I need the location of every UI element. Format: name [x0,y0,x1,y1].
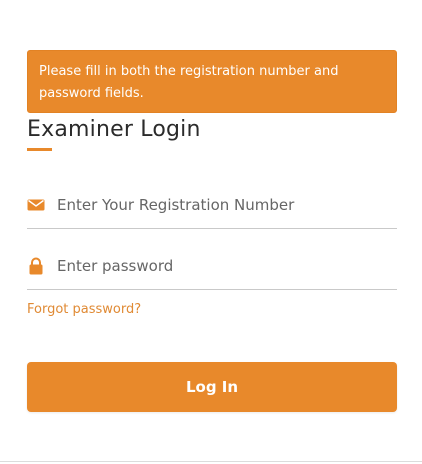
registration-field [27,188,397,229]
registration-number-input[interactable] [57,191,392,219]
page-title: Examiner Login [27,117,201,142]
password-field [27,249,397,290]
divider [0,461,422,462]
alert-message: Please fill in both the registration num… [39,64,339,101]
password-input[interactable] [57,252,392,280]
title-underline [27,148,52,151]
envelope-icon [27,196,45,214]
validation-alert: Please fill in both the registration num… [27,50,397,113]
forgot-password-link[interactable]: Forgot password? [27,302,141,317]
login-card: Please fill in both the registration num… [0,0,422,464]
login-button[interactable]: Log In [27,362,397,412]
lock-icon [27,257,45,275]
